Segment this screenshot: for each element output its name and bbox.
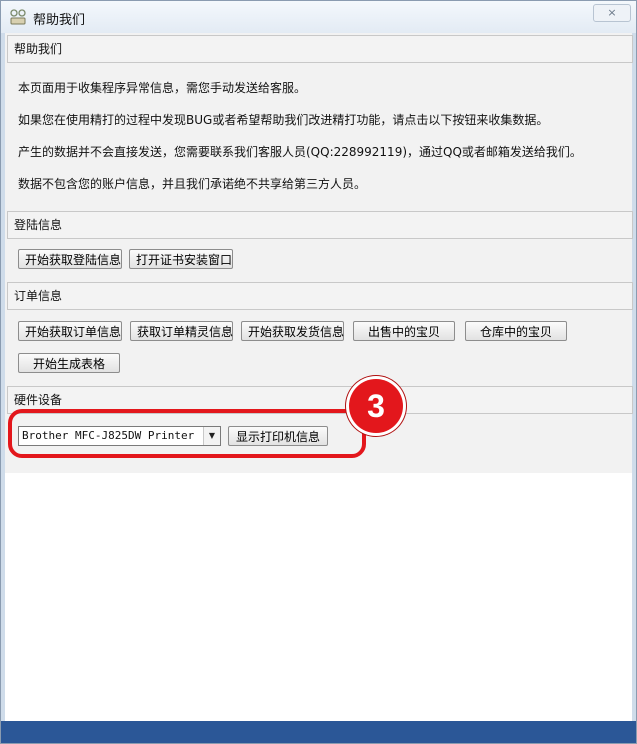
items-in-warehouse-button[interactable]: 仓库中的宝贝 bbox=[465, 321, 567, 341]
items-on-sale-button[interactable]: 出售中的宝贝 bbox=[353, 321, 455, 341]
help-info-line: 本页面用于收集程序异常信息，需您手动发送给客服。 bbox=[18, 81, 307, 95]
close-button[interactable]: × bbox=[593, 4, 631, 22]
get-shipping-info-button[interactable]: 开始获取发货信息 bbox=[241, 321, 344, 341]
login-section-header: 登陆信息 bbox=[7, 211, 633, 239]
title-bar: 帮助我们 × bbox=[1, 1, 636, 33]
window-title: 帮助我们 bbox=[33, 13, 86, 28]
client-area: 帮助我们 本页面用于收集程序异常信息，需您手动发送给客服。 如果您在使用精打的过… bbox=[5, 33, 633, 721]
footer-bar bbox=[1, 721, 636, 743]
get-order-wizard-info-button[interactable]: 获取订单精灵信息 bbox=[130, 321, 233, 341]
help-section-header: 帮助我们 bbox=[7, 35, 633, 63]
app-icon bbox=[9, 8, 27, 26]
get-login-info-button[interactable]: 开始获取登陆信息 bbox=[18, 249, 122, 269]
help-info-line: 如果您在使用精打的过程中发现BUG或者希望帮助我们改进精打功能，请点击以下按钮来… bbox=[18, 113, 549, 127]
order-section-header: 订单信息 bbox=[7, 282, 633, 310]
generate-table-button[interactable]: 开始生成表格 bbox=[18, 353, 120, 373]
close-icon: × bbox=[607, 6, 617, 19]
help-info-line: 产生的数据并不会直接发送，您需要联系我们客服人员(QQ:228992119)，通… bbox=[18, 145, 582, 159]
help-window: 帮助我们 × 帮助我们 本页面用于收集程序异常信息，需您手动发送给客服。 如果您… bbox=[0, 0, 637, 744]
highlight-box bbox=[8, 409, 366, 458]
open-cert-install-button[interactable]: 打开证书安装窗口 bbox=[129, 249, 233, 269]
get-order-info-button[interactable]: 开始获取订单信息 bbox=[18, 321, 122, 341]
content-panel: 帮助我们 本页面用于收集程序异常信息，需您手动发送给客服。 如果您在使用精打的过… bbox=[5, 33, 633, 473]
help-info-line: 数据不包含您的账户信息，并且我们承诺绝不共享给第三方人员。 bbox=[18, 177, 367, 191]
step-badge: 3 bbox=[349, 379, 403, 433]
